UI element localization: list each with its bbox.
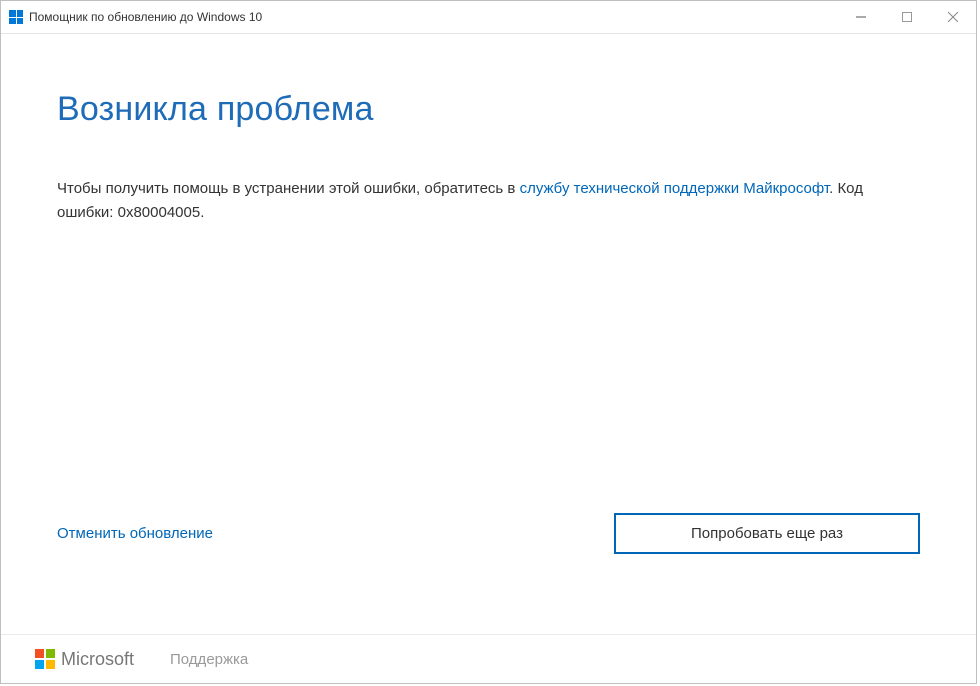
- titlebar: Помощник по обновлению до Windows 10: [1, 1, 976, 34]
- brand-text: Microsoft: [61, 649, 134, 670]
- maximize-button[interactable]: [884, 1, 930, 33]
- retry-button[interactable]: Попробовать еще раз: [614, 513, 920, 554]
- footer-support-link[interactable]: Поддержка: [170, 651, 248, 668]
- footer: Microsoft Поддержка: [1, 634, 976, 683]
- microsoft-brand: Microsoft: [35, 649, 134, 670]
- app-window: Помощник по обновлению до Windows 10 Воз…: [0, 0, 977, 684]
- support-link[interactable]: службу технической поддержки Майкрософт: [520, 180, 830, 197]
- windows-logo-icon: [9, 10, 23, 24]
- action-row: Отменить обновление Попробовать еще раз: [57, 513, 920, 554]
- cancel-update-link[interactable]: Отменить обновление: [57, 525, 213, 542]
- minimize-button[interactable]: [838, 1, 884, 33]
- window-controls: [838, 1, 976, 33]
- window-title: Помощник по обновлению до Windows 10: [29, 10, 262, 24]
- page-heading: Возникла проблема: [57, 90, 920, 129]
- error-text-before: Чтобы получить помощь в устранении этой …: [57, 180, 520, 197]
- microsoft-logo-icon: [35, 649, 55, 669]
- close-button[interactable]: [930, 1, 976, 33]
- content-area: Возникла проблема Чтобы получить помощь …: [1, 34, 976, 634]
- error-message: Чтобы получить помощь в устранении этой …: [57, 177, 920, 225]
- titlebar-left: Помощник по обновлению до Windows 10: [1, 10, 262, 24]
